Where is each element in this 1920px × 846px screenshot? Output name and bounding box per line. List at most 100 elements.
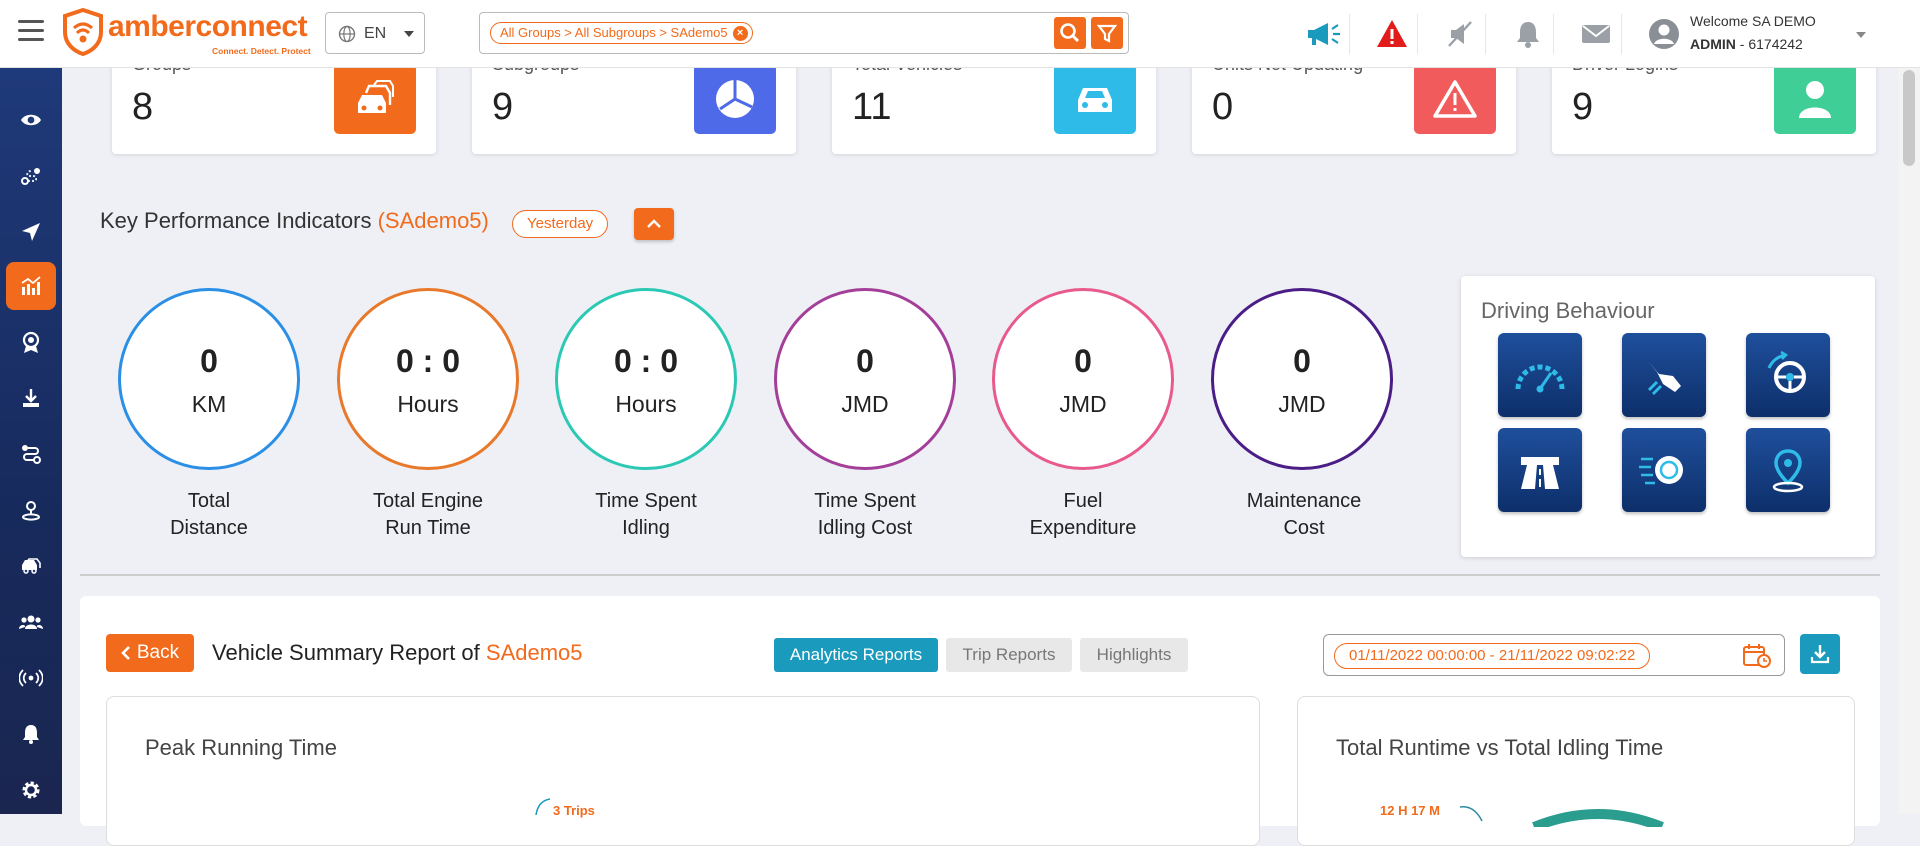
sidebar-item-navigation[interactable] [6,208,56,256]
logo[interactable]: amberconnect Connect. Detect. Protect [62,8,312,58]
steering-icon[interactable] [1746,333,1830,417]
chart-callout-line [535,798,551,816]
date-range-picker[interactable]: 01/11/2022 00:00:00 - 21/11/2022 09:02:2… [1323,634,1785,676]
language-value: EN [364,25,387,42]
section-divider [80,574,1880,576]
language-select[interactable]: EN [325,12,425,54]
driving-behaviour-title: Driving Behaviour [1481,298,1655,323]
globe-icon [338,25,356,43]
sidebar-item-vehicles[interactable] [6,542,56,590]
tab-trip-reports[interactable]: Trip Reports [946,638,1072,672]
location-user-icon [22,501,40,521]
sidebar-item-overview[interactable] [6,96,56,144]
chevron-down-icon [1856,32,1866,38]
filter-button[interactable] [1091,17,1123,49]
kpi-collapse-button[interactable] [634,208,674,240]
route-icon [21,168,40,185]
sidebar [0,68,62,814]
role-name: ADMIN [1690,36,1736,52]
speeding-icon[interactable] [1622,428,1706,512]
kpi-label-line1: Maintenance [1246,490,1362,512]
mail-icon [1581,25,1610,43]
kpi-circle-fuel-expenditure: 0 JMD [992,288,1174,470]
routes-icon [22,445,41,464]
alerts-button[interactable] [1366,14,1418,54]
sidebar-item-alerts[interactable] [6,710,56,758]
kpi-unit: JMD [1278,391,1326,417]
panel-title: Total Runtime vs Total Idling Time [1336,735,1664,760]
sidebar-item-settings[interactable] [6,766,56,814]
highway-icon[interactable] [1498,428,1582,512]
warning-icon [1414,64,1496,134]
calendar-icon[interactable] [1742,643,1772,669]
notifications-button[interactable] [1502,14,1554,54]
sidebar-item-users[interactable] [6,598,56,646]
vehicle-summary-report: Back Vehicle Summary Report of SAdemo5 A… [80,596,1880,846]
messages-button[interactable] [1570,14,1622,54]
search-button[interactable] [1054,17,1086,49]
mute-button[interactable] [1434,14,1486,54]
close-icon[interactable]: × [732,26,748,41]
sidebar-item-analytics[interactable] [6,262,56,310]
kpi-label-line1: Total [187,490,231,512]
sidebar-item-downloads[interactable] [6,374,56,422]
kpi-label: Total Engine Run Time [328,488,528,542]
kpi-label: Total Distance [109,488,309,542]
cars-icon [334,64,416,134]
sidebar-item-rewards[interactable] [6,318,56,366]
bell-icon [1516,22,1539,48]
back-button-label: Back [136,642,180,663]
user-role: ADMIN - 6174242 [1690,36,1803,52]
sidebar-item-driver-location[interactable] [6,486,56,534]
page-scrollbar[interactable] [1898,68,1920,814]
peak-running-time-panel: Peak Running Time 3 Trips [106,696,1260,846]
vehicles-icon [22,558,41,574]
chart-callout-line [1459,806,1483,822]
stat-value: 8 [132,86,154,128]
eye-icon [21,114,41,126]
welcome-text: Welcome SA DEMO [1690,13,1816,29]
runtime-note: 12 H 17 M [1380,803,1440,818]
download-button[interactable] [1800,634,1840,674]
location-pin-icon[interactable] [1746,428,1830,512]
group-search-bar[interactable]: All Groups > All Subgroups > SAdemo5 × [479,12,1129,54]
speedometer-icon[interactable] [1498,333,1582,417]
kpi-label: Fuel Expenditure [983,488,1183,542]
kpi-label: Maintenance Cost [1204,488,1404,542]
user-menu[interactable]: Welcome SA DEMO ADMIN - 6174242 [1648,10,1898,58]
megaphone-icon [1307,23,1340,45]
kpi-circle-engine-run-time: 0 : 0 Hours [337,288,519,470]
sidebar-item-broadcast[interactable] [6,654,56,702]
broadcast-icon [19,669,43,687]
group-filter-chip-label: All Groups > All Subgroups > SAdemo5 [500,25,728,40]
kpi-circle-time-idling: 0 : 0 Hours [555,288,737,470]
menu-toggle-icon[interactable] [18,20,44,42]
muted-icon [1447,21,1472,47]
gear-icon [22,781,40,799]
kpi-value: 0 [1293,343,1311,379]
kpi-label-line1: Fuel [1063,490,1103,512]
kpi-value: 0 [856,343,874,379]
kpi-unit: Hours [615,391,677,417]
kpi-unit: KM [191,391,227,417]
sidebar-item-trips[interactable] [6,152,56,200]
donut-chart-arc [1532,809,1664,827]
kpi-title-text: Key Performance Indicators [100,208,372,233]
report-subject: SAdemo5 [485,640,583,665]
back-button[interactable]: Back [106,634,194,672]
chevron-down-icon [404,31,414,37]
group-filter-chip[interactable]: All Groups > All Subgroups > SAdemo5 × [490,22,753,44]
users-icon [19,615,43,629]
announcements-button[interactable] [1298,14,1350,54]
tab-analytics-reports[interactable]: Analytics Reports [774,638,938,672]
stat-value: 9 [1572,86,1594,128]
scrollbar-thumb[interactable] [1903,70,1915,166]
sidebar-item-routes[interactable] [6,430,56,478]
harsh-braking-icon[interactable] [1622,333,1706,417]
tab-highlights[interactable]: Highlights [1080,638,1188,672]
car-icon [1054,64,1136,134]
warning-icon [1376,20,1407,47]
brand-name: amberconnect [108,10,308,43]
kpi-period-badge[interactable]: Yesterday [512,210,609,238]
kpi-label-line2: Idling Cost [817,517,913,539]
